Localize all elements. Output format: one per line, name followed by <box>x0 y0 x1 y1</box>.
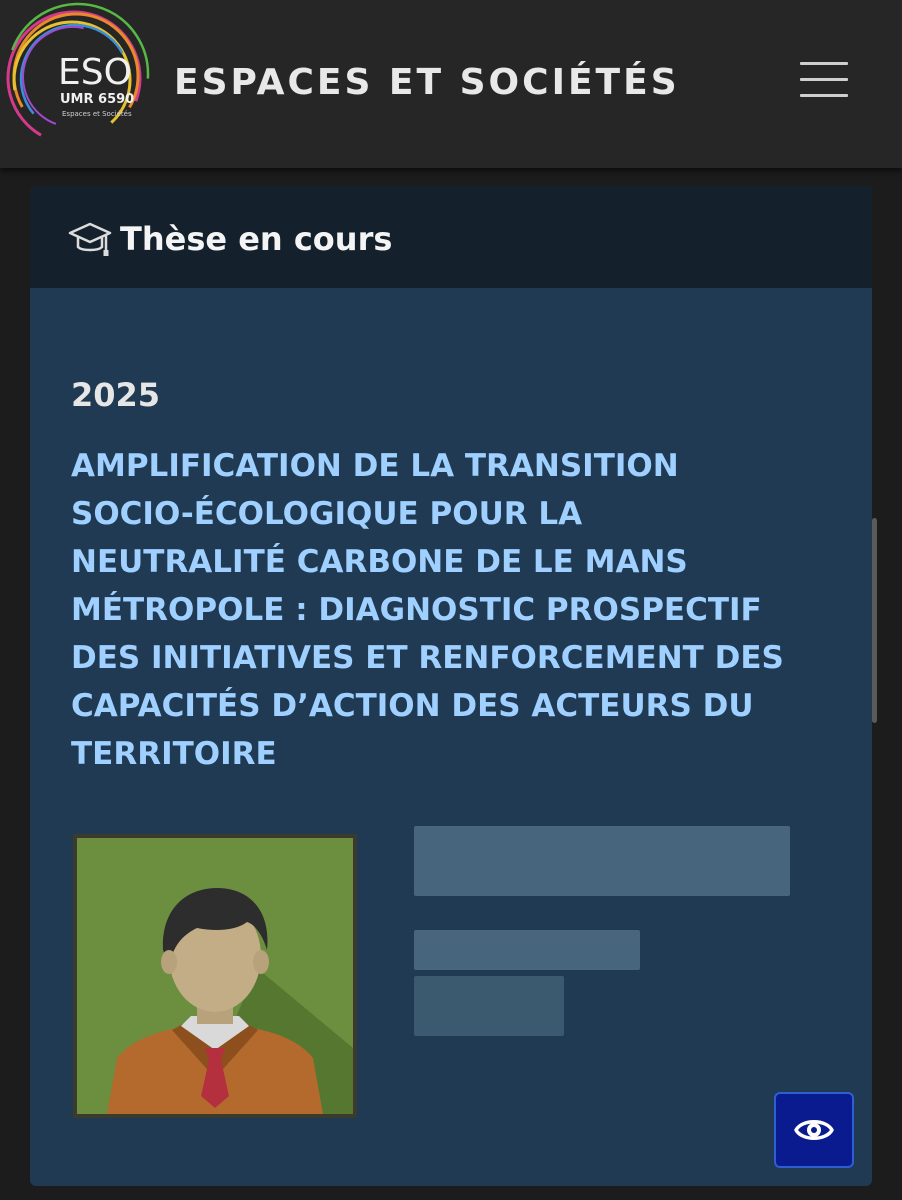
thesis-title-line: MÉTROPOLE : DIAGNOSTIC PROSPECTIF <box>71 592 762 628</box>
eso-logo[interactable]: ESO UMR 6590 Espaces et Sociétés <box>0 0 160 160</box>
site-title[interactable]: ESPACES ET SOCIÉTÉS <box>174 62 680 103</box>
thesis-year: 2025 <box>71 376 161 414</box>
menu-bar <box>800 62 848 65</box>
card-header: Thèse en cours <box>30 186 872 288</box>
redacted-author-info <box>414 976 564 1036</box>
thesis-title-line: DES INITIATIVES ET RENFORCEMENT DES <box>71 640 784 676</box>
person-avatar-icon <box>73 834 357 1118</box>
logo-subtitle: Espaces et Sociétés <box>62 110 132 118</box>
thesis-card: Thèse en cours 2025 AMPLIFICATION DE LA … <box>30 186 872 1186</box>
menu-bar <box>800 94 848 97</box>
thesis-title-line: NEUTRALITÉ CARBONE DE LE MANS <box>71 544 688 580</box>
redacted-author-name <box>414 826 790 896</box>
section-title: Thèse en cours <box>120 220 393 258</box>
thesis-title-line: TERRITOIRE <box>71 736 277 772</box>
avatar-illustration <box>77 838 353 1114</box>
scrollbar[interactable] <box>872 518 877 723</box>
thesis-title-line: AMPLIFICATION DE LA TRANSITION <box>71 448 679 484</box>
hamburger-menu-icon[interactable] <box>800 60 848 100</box>
logo-acronym: ESO <box>58 52 132 93</box>
thesis-title-line: CAPACITÉS D’ACTION DES ACTEURS DU <box>71 688 754 724</box>
graduation-cap-icon <box>68 222 112 256</box>
logo-unit: UMR 6590 <box>60 92 135 107</box>
menu-bar <box>800 78 848 81</box>
eye-icon <box>794 1120 834 1140</box>
accessibility-view-button[interactable] <box>774 1092 854 1168</box>
redacted-author-info <box>414 930 640 970</box>
thesis-title-line: SOCIO-ÉCOLOGIQUE POUR LA <box>71 496 583 532</box>
thesis-title[interactable]: AMPLIFICATION DE LA TRANSITION SOCIO-ÉCO… <box>71 442 851 778</box>
site-header: ESO UMR 6590 Espaces et Sociétés ESPACES… <box>0 0 902 168</box>
